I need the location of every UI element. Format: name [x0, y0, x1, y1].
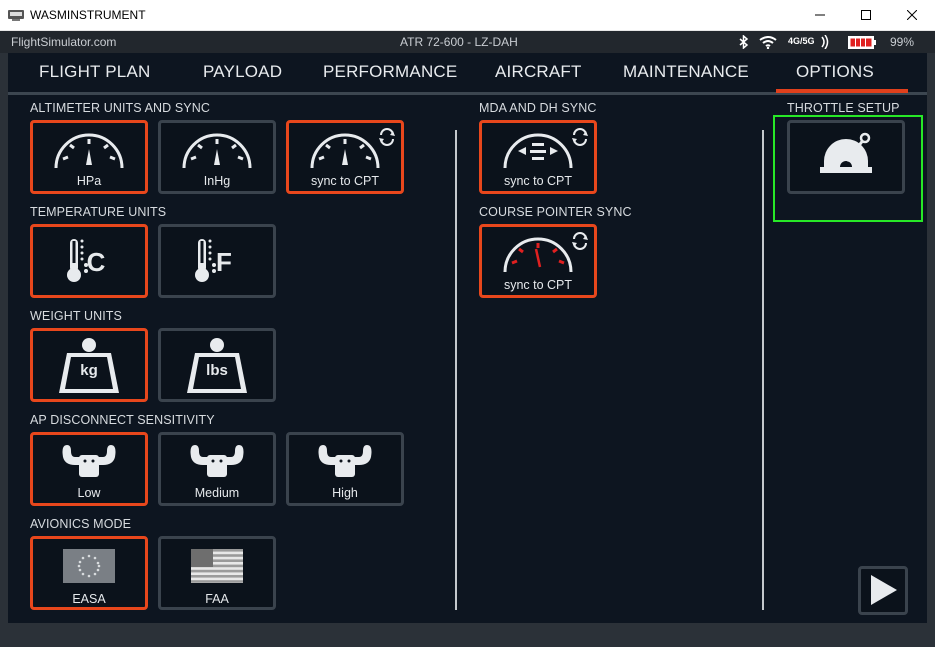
close-icon	[907, 10, 917, 20]
window-title-bar: WASMINSTRUMENT	[0, 0, 935, 31]
close-button[interactable]	[889, 0, 935, 31]
wifi-icon	[759, 36, 777, 49]
minimize-button[interactable]	[797, 0, 843, 31]
ap-sensitivity-low-button[interactable]: Low	[30, 432, 148, 506]
weight-lbs-button[interactable]: lbs	[158, 328, 276, 402]
aircraft-label: ATR 72-600 - LZ-DAH	[400, 35, 518, 49]
altimeter-section-label: ALTIMETER UNITS AND SYNC	[30, 101, 210, 115]
column-divider	[455, 130, 457, 610]
active-tab-indicator	[776, 89, 908, 93]
efb-screen: FLIGHT PLAN PAYLOAD PERFORMANCE AIRCRAFT…	[8, 53, 927, 623]
altimeter-inhg-caption: InHg	[203, 174, 231, 188]
battery-percent: 99%	[890, 35, 915, 49]
yoke-icon	[318, 445, 372, 477]
course-pointer-sync-caption: sync to CPT	[503, 278, 573, 292]
ap-sensitivity-low-caption: Low	[77, 486, 101, 500]
efb-device: FlightSimulator.com ATR 72-600 - LZ-DAH …	[0, 31, 935, 647]
altimeter-hpa-caption: HPa	[76, 174, 102, 188]
throttle-section-label: THROTTLE SETUP	[787, 101, 900, 115]
temperature-celsius-caption: C	[86, 247, 106, 277]
column-divider	[762, 130, 764, 610]
avionics-section-label: AVIONICS MODE	[30, 517, 132, 531]
yoke-icon	[62, 445, 116, 477]
tab-bar: FLIGHT PLAN PAYLOAD PERFORMANCE AIRCRAFT…	[8, 53, 927, 95]
next-page-button[interactable]	[858, 566, 908, 615]
ap-disconnect-section-label: AP DISCONNECT SENSITIVITY	[30, 413, 215, 427]
temperature-celsius-button[interactable]: C	[30, 224, 148, 298]
window-title: WASMINSTRUMENT	[30, 8, 146, 22]
course-pointer-sync-button[interactable]: sync to CPT	[479, 224, 597, 298]
maximize-icon	[861, 10, 871, 20]
temperature-fahrenheit-caption: F	[216, 247, 232, 277]
weight-kg-button[interactable]: kg	[30, 328, 148, 402]
avionics-easa-button[interactable]: EASA	[30, 536, 148, 610]
throttle-setup-button[interactable]	[787, 120, 905, 194]
minimize-icon	[815, 14, 825, 16]
course-pointer-section-label: COURSE POINTER SYNC	[479, 205, 632, 219]
bluetooth-icon	[739, 35, 749, 49]
mda-dh-sync-button[interactable]: sync to CPT	[479, 120, 597, 194]
altimeter-sync-icon	[310, 128, 395, 169]
altimeter-hpa-button[interactable]: HPa	[30, 120, 148, 194]
network-label: 4G/5G	[788, 36, 815, 46]
throttle-lever-icon	[820, 132, 872, 173]
tab-flight-plan[interactable]: FLIGHT PLAN	[39, 62, 150, 82]
tab-options[interactable]: OPTIONS	[796, 62, 874, 82]
mda-dh-sync-caption: sync to CPT	[503, 174, 573, 188]
battery-icon	[848, 36, 876, 49]
app-icon	[8, 10, 24, 21]
play-next-icon	[871, 575, 897, 605]
signal-icon	[821, 35, 829, 49]
avionics-faa-caption: FAA	[205, 592, 229, 606]
weight-lbs-caption: lbs	[206, 362, 228, 379]
tab-aircraft[interactable]: AIRCRAFT	[495, 62, 582, 82]
temperature-fahrenheit-button[interactable]: F	[158, 224, 276, 298]
mda-dh-section-label: MDA AND DH SYNC	[479, 101, 597, 115]
ap-sensitivity-medium-caption: Medium	[194, 486, 240, 500]
yoke-icon	[190, 445, 244, 477]
course-pointer-sync-icon	[503, 232, 588, 273]
altimeter-gauge-icon	[182, 133, 252, 169]
ap-sensitivity-high-caption: High	[332, 486, 358, 500]
avionics-faa-button[interactable]: FAA	[158, 536, 276, 610]
eu-flag-icon	[63, 549, 115, 583]
ap-sensitivity-medium-button[interactable]: Medium	[158, 432, 276, 506]
altimeter-sync-caption: sync to CPT	[310, 174, 380, 188]
tab-maintenance[interactable]: MAINTENANCE	[623, 62, 749, 82]
us-flag-icon	[191, 549, 243, 583]
tab-performance[interactable]: PERFORMANCE	[323, 62, 457, 82]
sync-arrows-icon	[380, 128, 394, 146]
device-bottom-bar	[0, 623, 935, 647]
altimeter-gauge-icon	[54, 133, 124, 169]
avionics-easa-caption: EASA	[72, 592, 106, 606]
maximize-button[interactable]	[843, 0, 889, 31]
site-label: FlightSimulator.com	[11, 35, 117, 49]
weight-kg-caption: kg	[80, 362, 98, 379]
ap-sensitivity-high-button[interactable]: High	[286, 432, 404, 506]
weight-section-label: WEIGHT UNITS	[30, 309, 122, 323]
temperature-section-label: TEMPERATURE UNITS	[30, 205, 167, 219]
tab-payload[interactable]: PAYLOAD	[203, 62, 282, 82]
altimeter-sync-button[interactable]: sync to CPT	[286, 120, 404, 194]
mda-dh-sync-icon	[503, 128, 588, 169]
altimeter-inhg-button[interactable]: InHg	[158, 120, 276, 194]
status-bar: FlightSimulator.com ATR 72-600 - LZ-DAH …	[0, 31, 935, 53]
